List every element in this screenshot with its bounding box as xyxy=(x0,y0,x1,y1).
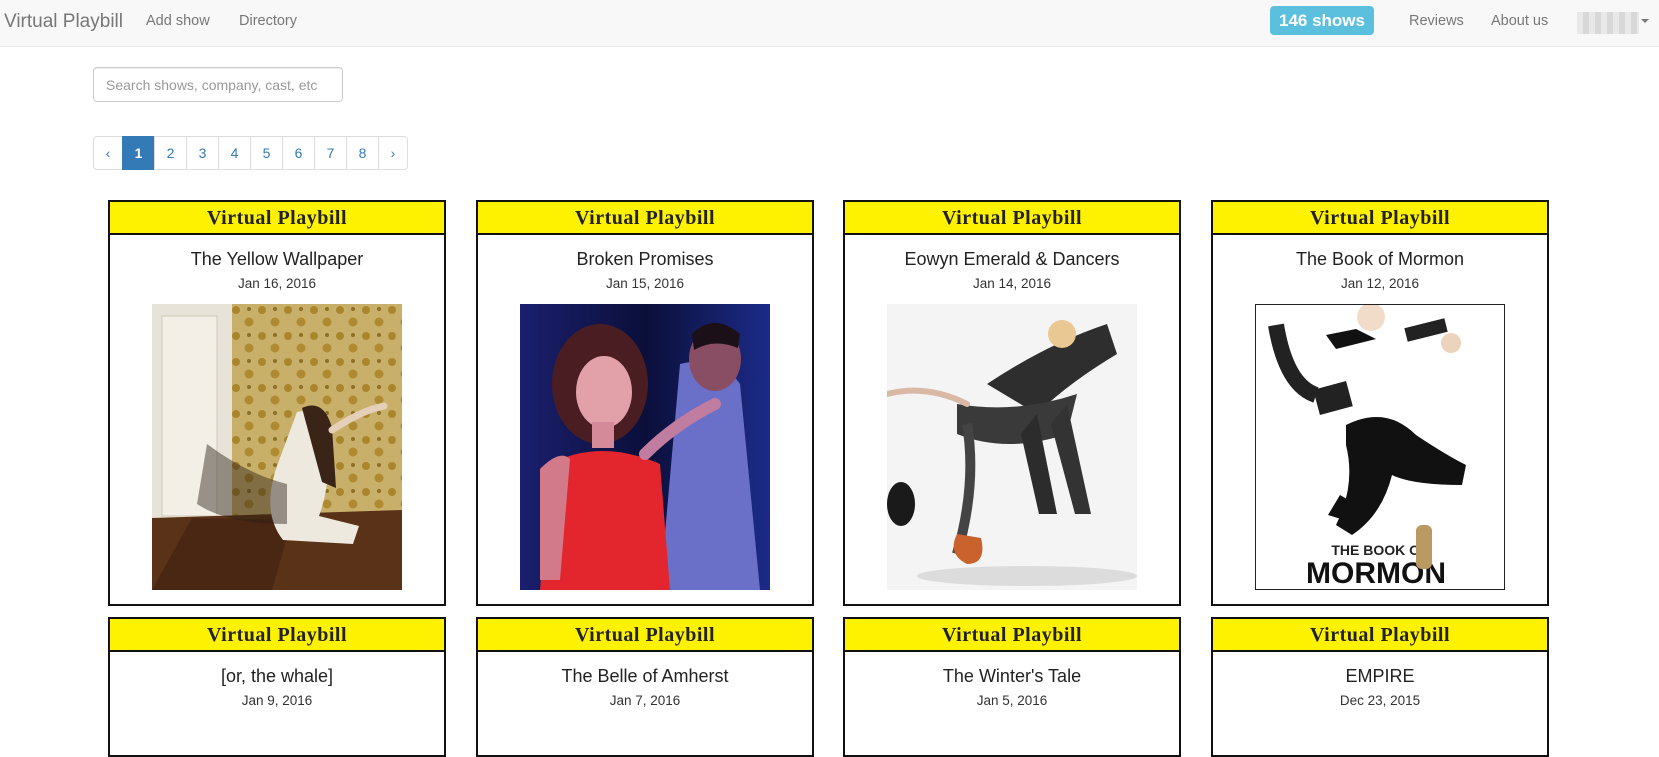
nav-add-show[interactable]: Add show xyxy=(146,13,210,29)
card-header: Virtual Playbill xyxy=(110,202,444,235)
pagination-page-4[interactable]: 4 xyxy=(218,136,251,170)
show-title[interactable]: EMPIRE xyxy=(1213,666,1547,687)
search-input[interactable] xyxy=(93,67,343,102)
card-header: Virtual Playbill xyxy=(845,619,1179,652)
caret-down-icon[interactable] xyxy=(1641,19,1649,23)
pagination-page-2[interactable]: 2 xyxy=(154,136,187,170)
nav-directory[interactable]: Directory xyxy=(239,13,297,29)
show-date: Jan 9, 2016 xyxy=(241,693,313,708)
pagination-page-5[interactable]: 5 xyxy=(250,136,283,170)
pagination-page-3[interactable]: 3 xyxy=(186,136,219,170)
poster-text-top: THE BOOK OF xyxy=(1331,542,1429,558)
show-card[interactable]: Virtual Playbill Broken Promises Jan 15,… xyxy=(476,200,814,606)
pagination-page-7[interactable]: 7 xyxy=(314,136,347,170)
card-header: Virtual Playbill xyxy=(845,202,1179,235)
show-title[interactable]: The Book of Mormon xyxy=(1213,249,1547,270)
show-poster-image[interactable]: THE BOOK OF MORMON xyxy=(1255,304,1505,590)
shows-count-badge[interactable]: 146 shows xyxy=(1270,6,1374,35)
navbar: Virtual Playbill Add show Directory 146 … xyxy=(0,0,1659,47)
show-card[interactable]: Virtual Playbill The Belle of Amherst Ja… xyxy=(476,617,814,757)
show-date: Jan 5, 2016 xyxy=(976,693,1048,708)
pagination: ‹ 1 2 3 4 5 6 7 8 › xyxy=(93,136,408,170)
show-title[interactable]: The Belle of Amherst xyxy=(478,666,812,687)
show-title[interactable]: Broken Promises xyxy=(478,249,812,270)
nav-about-us[interactable]: About us xyxy=(1491,13,1548,29)
show-card[interactable]: Virtual Playbill Eowyn Emerald & Dancers… xyxy=(843,200,1181,606)
pagination-page-8[interactable]: 8 xyxy=(346,136,379,170)
pagination-page-6[interactable]: 6 xyxy=(282,136,315,170)
pagination-page-1[interactable]: 1 xyxy=(122,136,155,170)
user-menu[interactable] xyxy=(1577,12,1639,34)
card-header: Virtual Playbill xyxy=(110,619,444,652)
pagination-next[interactable]: › xyxy=(378,136,408,170)
show-card[interactable]: Virtual Playbill EMPIRE Dec 23, 2015 xyxy=(1211,617,1549,757)
show-date: Dec 23, 2015 xyxy=(1339,693,1421,708)
brand-link[interactable]: Virtual Playbill xyxy=(4,11,123,33)
show-date: Jan 14, 2016 xyxy=(972,276,1052,291)
card-header: Virtual Playbill xyxy=(478,619,812,652)
show-date: Jan 15, 2016 xyxy=(605,276,685,291)
show-date: Jan 16, 2016 xyxy=(237,276,317,291)
nav-reviews[interactable]: Reviews xyxy=(1409,13,1464,29)
show-card[interactable]: Virtual Playbill The Book of Mormon Jan … xyxy=(1211,200,1549,606)
show-card[interactable]: Virtual Playbill [or, the whale] Jan 9, … xyxy=(108,617,446,757)
show-poster-image[interactable] xyxy=(887,304,1137,590)
card-header: Virtual Playbill xyxy=(1213,619,1547,652)
show-title[interactable]: [or, the whale] xyxy=(110,666,444,687)
show-card[interactable]: Virtual Playbill The Yellow Wallpaper Ja… xyxy=(108,200,446,606)
show-poster-image[interactable] xyxy=(152,304,402,590)
pagination-prev[interactable]: ‹ xyxy=(93,136,123,170)
show-title[interactable]: Eowyn Emerald & Dancers xyxy=(845,249,1179,270)
show-date: Jan 12, 2016 xyxy=(1340,276,1420,291)
show-title[interactable]: The Winter's Tale xyxy=(845,666,1179,687)
show-card[interactable]: Virtual Playbill The Winter's Tale Jan 5… xyxy=(843,617,1181,757)
card-header: Virtual Playbill xyxy=(478,202,812,235)
card-header: Virtual Playbill xyxy=(1213,202,1547,235)
show-date: Jan 7, 2016 xyxy=(609,693,681,708)
show-title[interactable]: The Yellow Wallpaper xyxy=(110,249,444,270)
show-poster-image[interactable] xyxy=(520,304,770,590)
